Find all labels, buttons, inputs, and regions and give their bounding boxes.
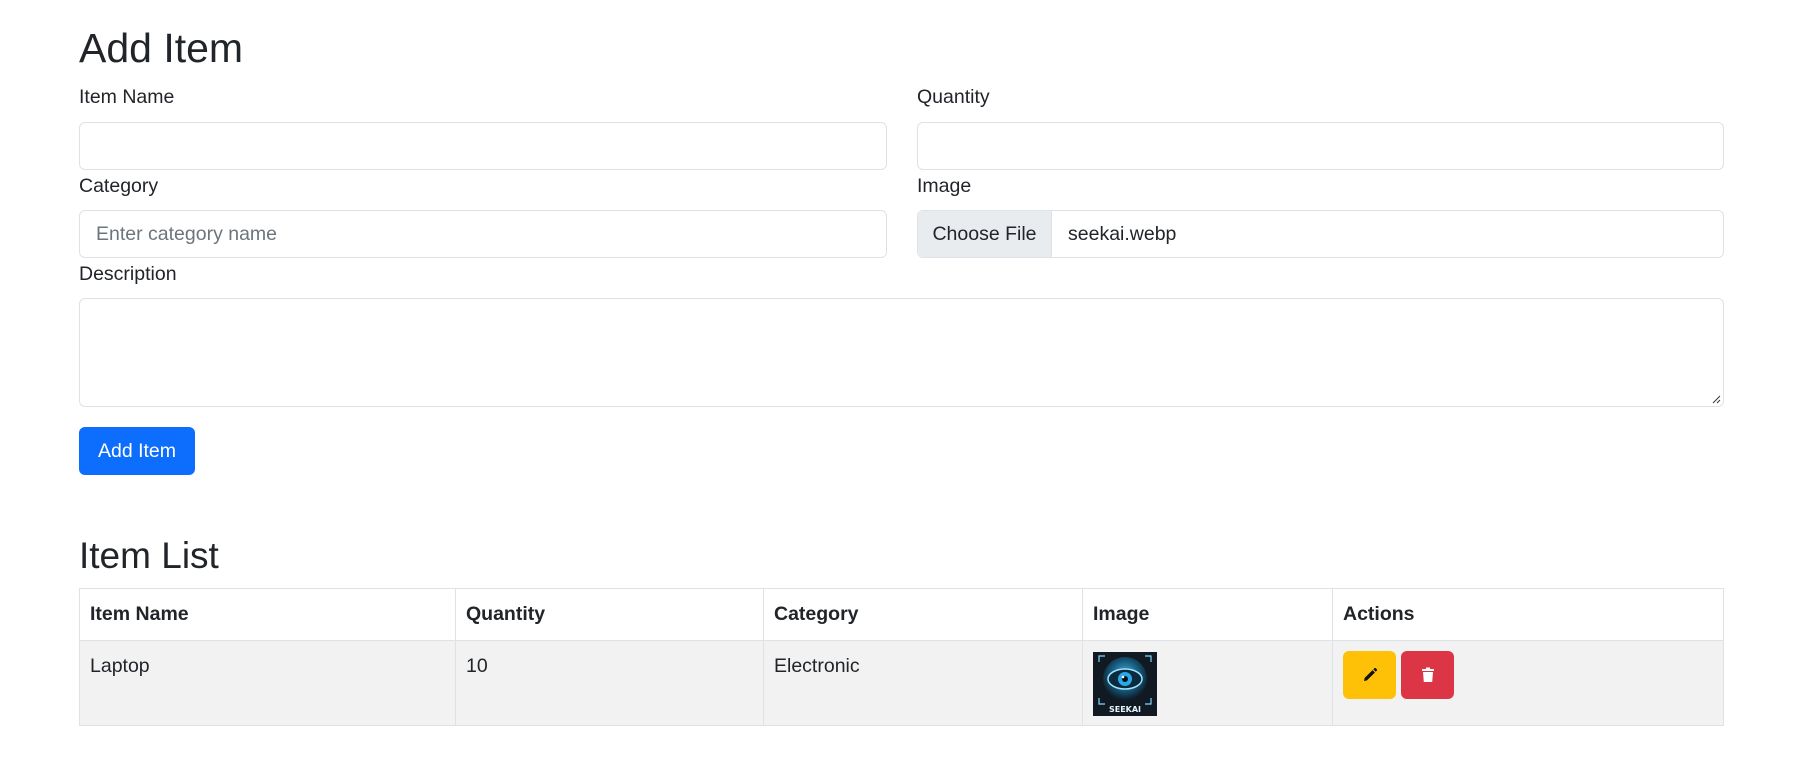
column-header-item-name: Item Name bbox=[79, 588, 456, 641]
column-header-quantity: Quantity bbox=[455, 588, 764, 641]
image-label: Image bbox=[917, 175, 972, 197]
item-thumbnail-image: SEEKAI bbox=[1093, 652, 1157, 716]
item-name-input[interactable] bbox=[79, 122, 887, 170]
item-name-label: Item Name bbox=[79, 86, 175, 108]
thumbnail-caption: SEEKAI bbox=[1109, 705, 1141, 714]
column-header-category: Category bbox=[763, 588, 1083, 641]
selected-file-name: seekai.webp bbox=[1068, 223, 1177, 245]
column-header-actions: Actions bbox=[1332, 588, 1724, 641]
trash-icon bbox=[1421, 667, 1434, 682]
item-table: Item Name Quantity Category Image Action… bbox=[79, 588, 1724, 726]
description-label: Description bbox=[79, 263, 177, 285]
table-row: Laptop 10 Electronic SEEKAI bbox=[79, 640, 1724, 726]
description-textarea[interactable] bbox=[79, 298, 1724, 407]
resize-grip-icon[interactable] bbox=[1711, 394, 1721, 404]
cell-actions bbox=[1332, 640, 1724, 726]
image-file-input[interactable]: Choose File seekai.webp bbox=[917, 210, 1724, 258]
item-list-title: Item List bbox=[79, 535, 219, 576]
category-input[interactable]: Enter category name bbox=[79, 210, 887, 258]
edit-button[interactable] bbox=[1343, 651, 1396, 699]
column-header-image: Image bbox=[1082, 588, 1333, 641]
delete-button[interactable] bbox=[1401, 651, 1454, 699]
category-label: Category bbox=[79, 175, 159, 197]
choose-file-button[interactable]: Choose File bbox=[918, 211, 1052, 257]
pencil-icon bbox=[1363, 667, 1377, 681]
add-item-title: Add Item bbox=[79, 25, 244, 71]
quantity-label: Quantity bbox=[917, 86, 990, 108]
cell-item-name: Laptop bbox=[79, 640, 456, 726]
cell-quantity: 10 bbox=[455, 640, 764, 726]
quantity-input[interactable] bbox=[917, 122, 1724, 170]
add-item-button[interactable]: Add Item bbox=[79, 427, 195, 475]
category-placeholder: Enter category name bbox=[96, 223, 278, 245]
cell-category: Electronic bbox=[763, 640, 1083, 726]
table-header-row: Item Name Quantity Category Image Action… bbox=[79, 588, 1724, 641]
cell-image: SEEKAI bbox=[1082, 640, 1333, 726]
